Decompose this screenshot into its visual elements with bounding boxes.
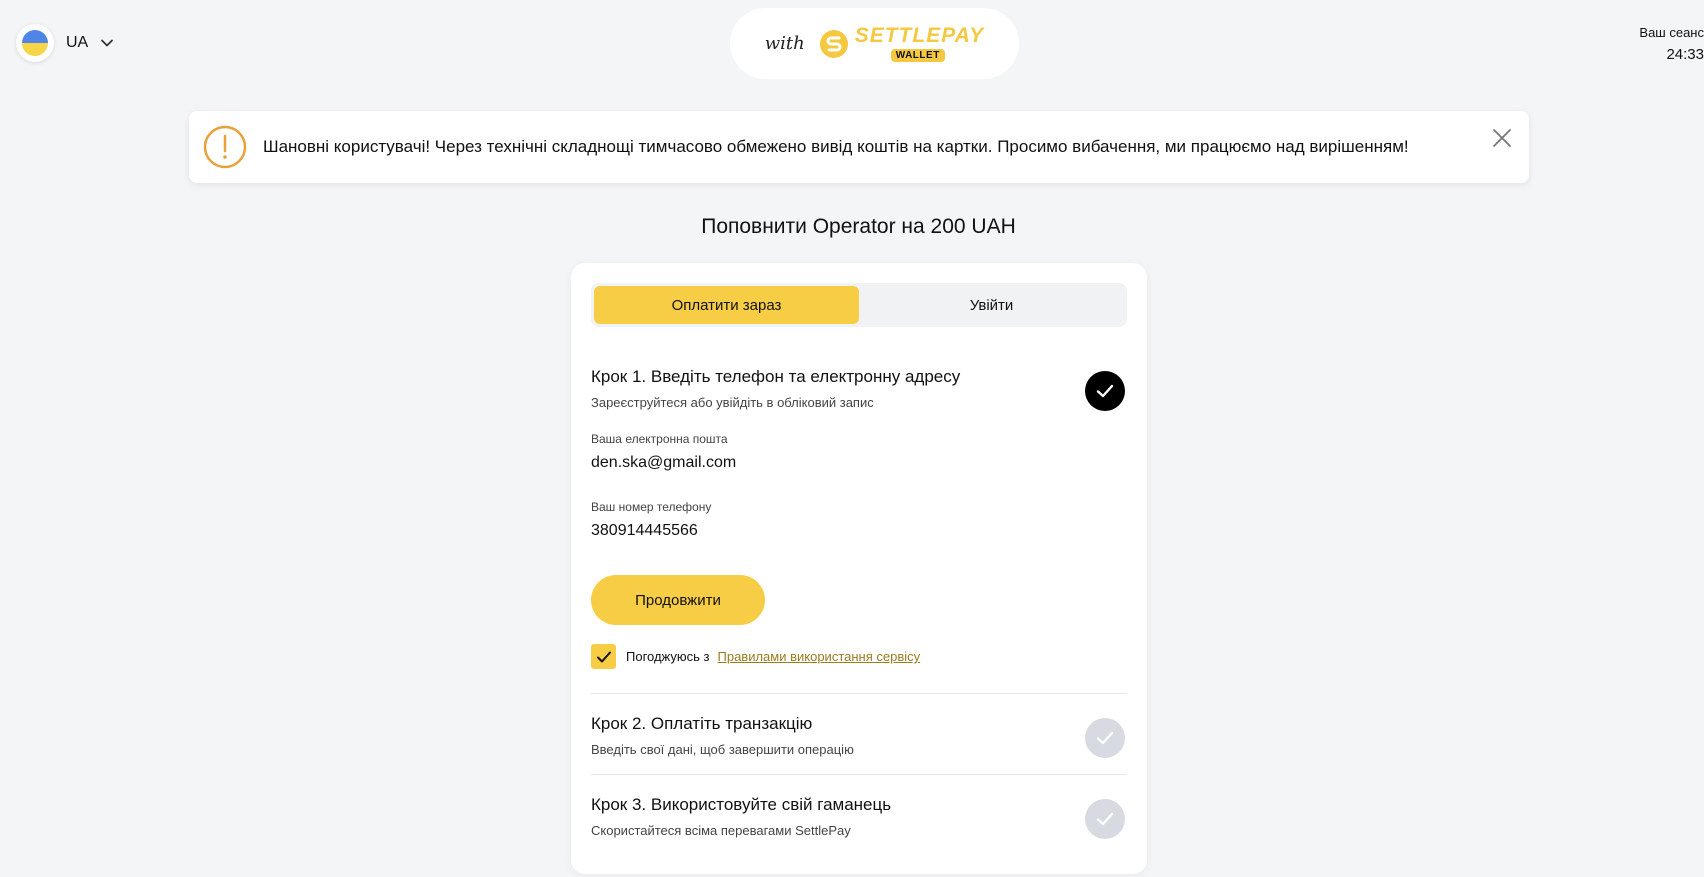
agree-text: Погоджуюсь з: [626, 649, 710, 664]
alert-message: Шановні користувачі! Через технічні скла…: [263, 137, 1409, 156]
step-subtitle: Зареєструйтеся або увійдіть в обліковий …: [591, 395, 874, 410]
step-1: Крок 1. Введіть телефон та електронну ад…: [591, 367, 1127, 411]
step-subtitle: Скористайтеся всіма перевагами SettlePay: [591, 823, 851, 838]
divider: [591, 693, 1127, 694]
terms-link[interactable]: Правилами використання сервісу: [718, 649, 921, 664]
brand-name: SETTLEPAY: [854, 24, 985, 47]
continue-button[interactable]: Продовжити: [591, 575, 765, 625]
brand-with-text: with: [764, 33, 805, 54]
settlepay-s-icon: [819, 29, 848, 58]
step-subtitle: Введіть свої дані, щоб завершити операці…: [591, 742, 854, 757]
alert-banner: Шановні користувачі! Через технічні скла…: [189, 111, 1529, 183]
phone-field[interactable]: [591, 522, 1127, 540]
phone-label: Ваш номер телефону: [591, 500, 712, 514]
warning-icon: [203, 125, 247, 169]
step-2: Крок 2. Оплатіть транзакцію Введіть свої…: [591, 714, 1127, 758]
settlepay-logo: SETTLEPAY WALLET: [819, 25, 985, 62]
step-pending-check-icon: [1085, 718, 1125, 758]
page-title: Поповнити Operator на 200 UAH: [701, 215, 1016, 238]
step-3: Крок 3. Використовуйте свій гаманець Ско…: [591, 795, 1127, 839]
step-title: Крок 1. Введіть телефон та електронну ад…: [591, 367, 961, 386]
step-title: Крок 2. Оплатіть транзакцію: [591, 714, 813, 733]
step-pending-check-icon: [1085, 799, 1125, 839]
terms-checkbox[interactable]: [591, 644, 616, 669]
brand-badge: WALLET: [890, 49, 945, 62]
session-info: Ваш сеанс 24:33: [1639, 22, 1704, 66]
email-label: Ваша електронна пошта: [591, 432, 728, 446]
tab-login[interactable]: Увійти: [859, 286, 1124, 324]
divider: [591, 774, 1127, 775]
step-title: Крок 3. Використовуйте свій гаманець: [591, 795, 892, 814]
tab-bar: Оплатити зараз Увійти: [591, 283, 1127, 327]
language-selector[interactable]: UA: [16, 24, 114, 62]
close-icon[interactable]: [1491, 127, 1513, 149]
tab-pay-now[interactable]: Оплатити зараз: [594, 286, 859, 324]
terms-agreement: Погоджуюсь з Правилами використання серв…: [591, 644, 920, 669]
ukraine-flag-icon: [16, 24, 54, 62]
language-code: UA: [66, 34, 89, 51]
email-field[interactable]: [591, 454, 1127, 472]
chevron-down-icon: [101, 39, 114, 47]
step-done-check-icon: [1085, 371, 1125, 411]
payment-card: Оплатити зараз Увійти Крок 1. Введіть те…: [571, 263, 1147, 874]
brand-pill: with SETTLEPAY WALLET: [730, 8, 1019, 79]
session-timer: 24:33: [1666, 46, 1704, 63]
session-label: Ваш сеанс: [1639, 25, 1704, 40]
checkmark-icon: [596, 651, 611, 662]
